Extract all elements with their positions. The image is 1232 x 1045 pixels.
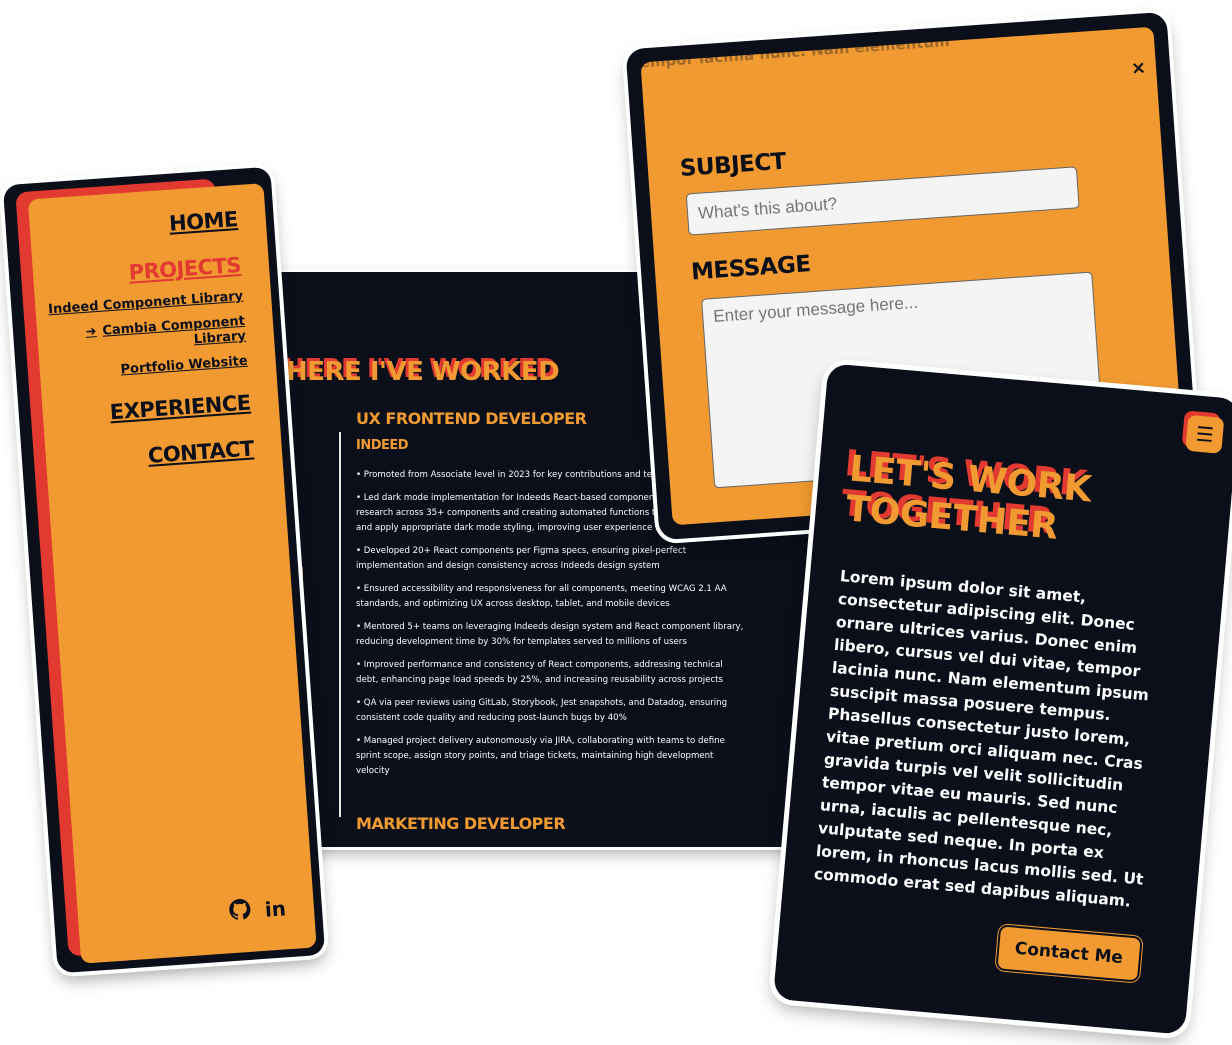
close-icon[interactable]: ×	[1130, 57, 1147, 79]
job-bullet: • Managed project delivery autonomously …	[356, 736, 725, 776]
message-label: MESSAGE	[690, 251, 812, 286]
social-links: in	[228, 895, 287, 925]
cta-card-frame: ☰ LET'S WORK TOGETHER Lorem ipsum dolor …	[772, 363, 1232, 1035]
nav-link-experience[interactable]: EXPERIENCE	[42, 391, 251, 429]
contact-me-button[interactable]: Contact Me	[994, 924, 1143, 983]
nav-sub-cambia-library[interactable]: ➜ Cambia Component Library	[37, 314, 247, 358]
job-title-secondary: MARKETING DEVELOPER	[356, 814, 566, 833]
nav-link-contact[interactable]: CONTACT	[45, 436, 254, 474]
nav-menu: HOME PROJECTS Indeed Component Library ➜…	[29, 207, 256, 497]
timeline-line	[339, 432, 341, 817]
subject-label: SUBJECT	[679, 148, 787, 182]
nav-sub-portfolio[interactable]: Portfolio Website	[40, 354, 249, 383]
linkedin-icon[interactable]: in	[264, 896, 287, 921]
lets-work-card: ☰ LET'S WORK TOGETHER Lorem ipsum dolor …	[772, 363, 1232, 1035]
job-bullet: • Ensured accessibility and responsivene…	[356, 584, 727, 609]
cta-title: LET'S WORK TOGETHER	[844, 448, 1093, 548]
company-name: INDEED	[356, 438, 409, 453]
nav-link-home[interactable]: HOME	[29, 207, 238, 245]
job-bullet: • QA via peer reviews using GitLab, Stor…	[356, 698, 728, 723]
background-decoration	[300, 567, 317, 607]
nav-link-projects[interactable]: PROJECTS	[33, 253, 242, 291]
arrow-right-icon: ➜	[85, 324, 98, 340]
nav-sub-indeed-library[interactable]: Indeed Component Library	[35, 289, 244, 318]
nav-sub-label: Cambia Component Library	[101, 313, 247, 348]
job-bullet: • Mentored 5+ teams on leveraging Indeed…	[356, 622, 744, 647]
job-title: UX FRONTEND DEVELOPER	[356, 409, 587, 428]
mobile-nav-card: HOME PROJECTS Indeed Component Library ➜…	[2, 166, 326, 974]
job-bullet: • Improved performance and consistency o…	[356, 660, 724, 685]
github-icon[interactable]	[228, 898, 252, 925]
job-bullet: • Developed 20+ React components per Fig…	[356, 546, 687, 571]
hamburger-menu-icon[interactable]: ☰	[1185, 414, 1225, 454]
cta-body-text: Lorem ipsum dolor sit amet, consectetur …	[813, 567, 1150, 911]
experience-heading: HERE I'VE WORKED	[286, 357, 560, 387]
